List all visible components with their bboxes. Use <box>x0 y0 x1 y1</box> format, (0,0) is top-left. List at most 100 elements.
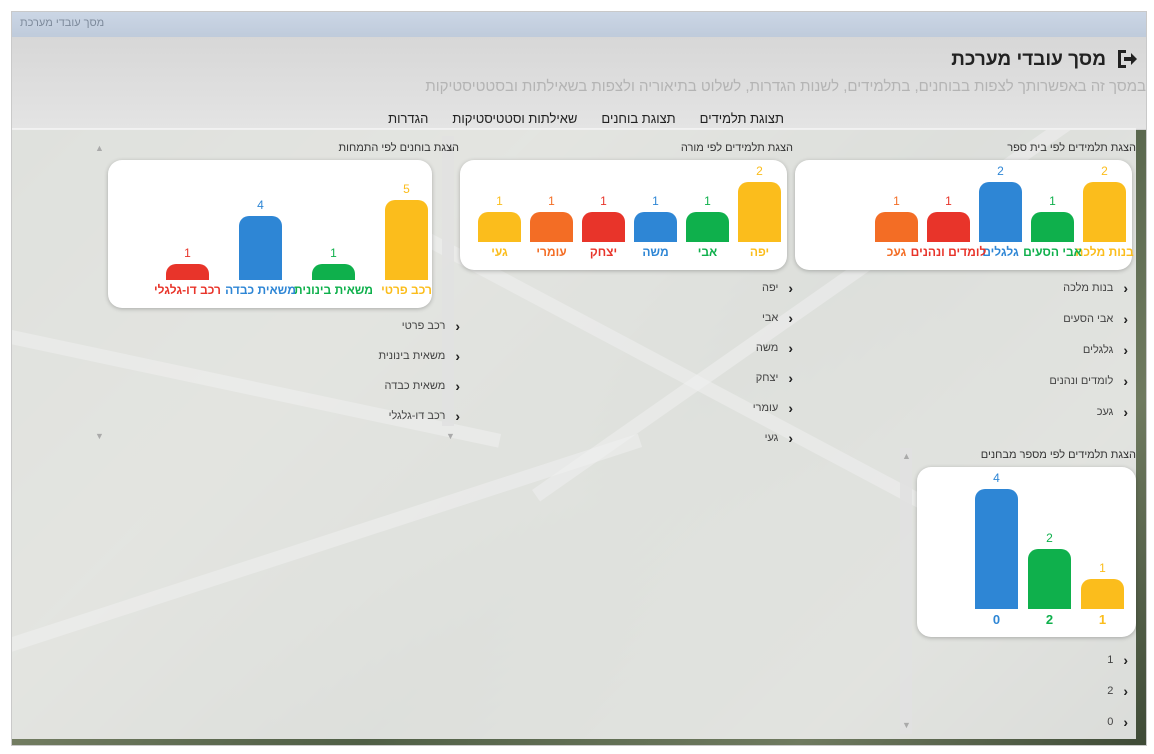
chart-bar <box>1083 182 1126 242</box>
chart-bar-value: 2 <box>1101 164 1108 178</box>
chart-bar-value: 1 <box>893 194 900 208</box>
section-title-by-tests: הצגת תלמידים לפי מספר מבחנים <box>980 449 1136 461</box>
chart-by-teacher: 2 יפה 1 אבי 1 משה 1 יצחק 1 עומרי 1 געי <box>460 160 787 270</box>
chart-bar <box>1081 579 1124 609</box>
chart-bar-value: 1 <box>548 194 555 208</box>
scroll-track[interactable] <box>900 448 912 734</box>
chart-bar-value: 2 <box>997 164 1004 178</box>
list-item-label: משאית בינונית <box>378 350 446 362</box>
list-item-label: רכב דו-גלגלי <box>388 410 446 422</box>
window-title: מסך עובדי מערכת <box>20 17 105 29</box>
chart-by-school: 2 בנות מלכה 1 אבי הסעים 2 גלגלים 1 לומדים ונהני… <box>795 160 1134 270</box>
list-item[interactable]: ‹ לומדים ונהנים <box>1049 373 1128 389</box>
chart-bar <box>875 212 918 242</box>
list-item-label: עומרי <box>752 402 779 414</box>
scroll-down-icon[interactable]: ▼ <box>446 431 455 441</box>
list-item-label: 2 <box>1107 685 1114 697</box>
chevron-left-icon: ‹ <box>1123 683 1128 699</box>
chart-by-specialty: 5 רכב פרטי 1 משאית בינונית 4 משאית כבדה 1 רכב ד… <box>108 160 432 308</box>
list-item[interactable]: ‹ עומרי <box>753 400 793 416</box>
section-title-by-teacher: הצגת תלמידים לפי מורה <box>680 142 793 154</box>
chevron-left-icon: ‹ <box>788 430 793 446</box>
chevron-left-icon: ‹ <box>1123 373 1128 389</box>
list-item[interactable]: ‹ רכב פרטי <box>402 318 460 334</box>
chart-bar-value: 4 <box>993 471 1000 485</box>
chart-bar <box>686 212 729 242</box>
scroll-down-icon[interactable]: ▼ <box>902 720 911 730</box>
list-item[interactable]: ‹ אבי <box>762 310 793 326</box>
list-item[interactable]: ‹ געכ <box>1097 404 1128 420</box>
list-item[interactable]: ‹ רכב דו-גלגלי <box>389 408 460 424</box>
chart-bar-value: 2 <box>1046 531 1053 545</box>
chevron-left-icon: ‹ <box>1123 714 1128 730</box>
list-item-label: בנות מלכה <box>1063 282 1114 294</box>
window-titlebar: מסך עובדי מערכת <box>12 12 1146 37</box>
chart-bar-value: 2 <box>756 164 763 178</box>
chart-bar <box>975 489 1018 609</box>
list-item[interactable]: ‹ משה <box>756 340 793 356</box>
list-item[interactable]: ‹ אבי הסעים <box>1063 311 1128 327</box>
chevron-left-icon: ‹ <box>1123 404 1128 420</box>
chevron-left-icon: ‹ <box>788 280 793 296</box>
chevron-left-icon: ‹ <box>455 378 460 394</box>
chevron-left-icon: ‹ <box>1123 311 1128 327</box>
chart-bar <box>530 212 573 242</box>
chart-bar-value: 1 <box>330 246 337 260</box>
list-item[interactable]: ‹ משאית כבדה <box>385 378 460 394</box>
list-item[interactable]: ‹ יפה <box>762 280 793 296</box>
chevron-left-icon: ‹ <box>788 310 793 326</box>
chart-bar-value: 1 <box>704 194 711 208</box>
page-header: מסך עובדי מערכת במסך זה באפשרותך לצפות ב… <box>12 37 1146 134</box>
statistics-panel: ▲ ▼ ▲ ▼ ▲ ▼ הצגת תלמידים לפי בית ספר 2 בנ… <box>12 128 1136 739</box>
list-item[interactable]: ‹ 2 <box>1107 683 1128 699</box>
chart-bar-value: 4 <box>257 198 264 212</box>
list-item-label: לומדים ונהנים <box>1049 375 1114 387</box>
chart-bar <box>927 212 970 242</box>
list-item-label: 1 <box>1107 654 1114 666</box>
chevron-left-icon: ‹ <box>788 400 793 416</box>
chart-bar <box>738 182 781 242</box>
chevron-left-icon: ‹ <box>455 318 460 334</box>
section-title-by-school: הצגת תלמידים לפי בית ספר <box>1007 142 1136 154</box>
scroll-up-icon[interactable]: ▲ <box>902 451 911 461</box>
page-title: מסך עובדי מערכת <box>951 49 1106 70</box>
chart-bar <box>979 182 1022 242</box>
list-item-label: רכב פרטי <box>401 320 446 332</box>
list-item-label: משה <box>755 342 779 354</box>
chevron-left-icon: ‹ <box>1123 652 1128 668</box>
chart-bar <box>1031 212 1074 242</box>
chart-bar-label: רכב דו-גלגלי <box>154 283 221 297</box>
list-item-label: יצחק <box>755 372 779 384</box>
chart-bar <box>634 212 677 242</box>
list-item-label: גלגלים <box>1082 344 1114 356</box>
list-item-label: 0 <box>1107 716 1114 728</box>
list-item[interactable]: ‹ 1 <box>1107 652 1128 668</box>
chevron-left-icon: ‹ <box>788 370 793 386</box>
list-item-label: געכ <box>1096 406 1114 418</box>
chart-bar-label: געי <box>491 245 508 259</box>
chevron-left-icon: ‹ <box>788 340 793 356</box>
chart-bar-value: 5 <box>403 182 410 196</box>
exit-icon[interactable] <box>1114 46 1140 72</box>
chart-bar-value: 1 <box>600 194 607 208</box>
chart-bar <box>239 216 282 280</box>
chart-bar <box>582 212 625 242</box>
list-item-label: משאית כבדה <box>384 380 446 392</box>
chart-bar <box>478 212 521 242</box>
list-item-label: געי <box>764 432 779 444</box>
list-item[interactable]: ‹ משאית בינונית <box>379 348 460 364</box>
list-item[interactable]: ‹ גלגלים <box>1083 342 1128 358</box>
scroll-down-icon[interactable]: ▼ <box>95 431 104 441</box>
section-title-by-specialty: הצגת בוחנים לפי התמחות <box>338 142 459 154</box>
list-item[interactable]: ‹ בנות מלכה <box>1063 280 1128 296</box>
list-item-label: אבי <box>761 312 779 324</box>
chart-bar <box>1028 549 1071 609</box>
list-item[interactable]: ‹ יצחק <box>756 370 793 386</box>
chevron-left-icon: ‹ <box>455 408 460 424</box>
list-item[interactable]: ‹ געי <box>765 430 793 446</box>
chart-bar-value: 1 <box>945 194 952 208</box>
chart-bar-value: 1 <box>1049 194 1056 208</box>
chart-bar-value: 1 <box>1099 561 1106 575</box>
list-item[interactable]: ‹ 0 <box>1107 714 1128 730</box>
scroll-up-icon[interactable]: ▲ <box>95 143 104 153</box>
